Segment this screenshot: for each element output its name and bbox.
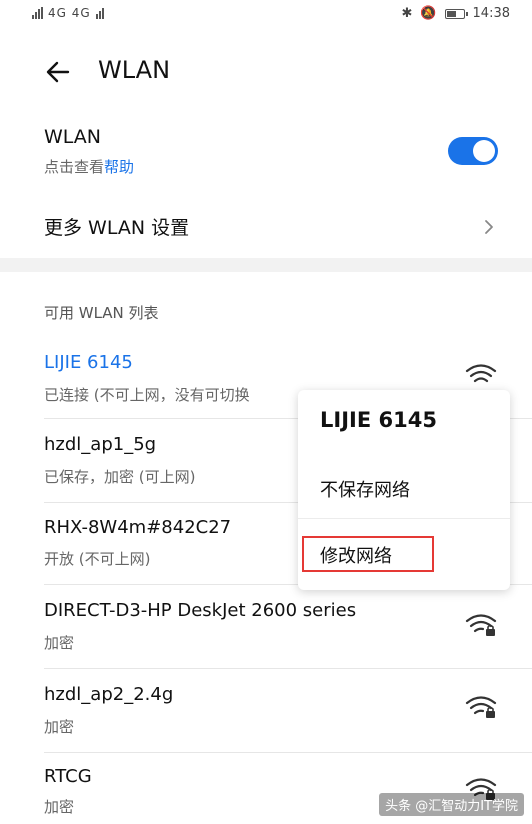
section-divider	[0, 258, 532, 272]
signal-icon	[32, 7, 43, 19]
network-status-direct-hp: 加密	[44, 634, 75, 652]
forget-network-option[interactable]: 不保存网络	[320, 476, 410, 502]
wlan-label: WLAN	[44, 126, 102, 148]
wlan-help-text: 点击查看帮助	[44, 156, 134, 177]
battery-icon	[444, 8, 468, 19]
back-arrow-icon[interactable]	[44, 58, 72, 86]
status-time: 14:38	[472, 6, 510, 21]
network-name-direct-hp[interactable]: DIRECT-D3-HP DeskJet 2600 series	[44, 600, 356, 621]
toggle-knob	[473, 140, 495, 162]
chevron-right-icon	[485, 220, 493, 234]
list-divider	[44, 668, 532, 669]
wifi-locked-icon	[465, 696, 497, 718]
network-type-text: 4G 4G	[48, 6, 91, 20]
menu-title: LIJIE 6145	[320, 408, 437, 432]
network-name-rhx[interactable]: RHX-8W4m#842C27	[44, 517, 231, 538]
network-status-hzdl-ap2: 加密	[44, 718, 75, 736]
more-wlan-settings[interactable]: 更多 WLAN 设置	[44, 213, 189, 240]
status-bar-right: ✱ 🔕 14:38	[401, 6, 510, 21]
wlan-toggle[interactable]	[448, 137, 498, 165]
wlan-help-prefix: 点击查看	[44, 158, 105, 176]
page-title: WLAN	[98, 56, 171, 84]
network-name-rtcg[interactable]: RTCG	[44, 766, 92, 787]
help-link[interactable]: 帮助	[104, 158, 134, 176]
wifi-signal-icon	[465, 364, 497, 383]
network-name-lijie[interactable]: LIJIE 6145	[44, 352, 133, 373]
network-status-hzdl-ap1: 已保存，加密 (可上网)	[44, 468, 196, 486]
wifi-locked-icon	[465, 614, 497, 636]
bluetooth-icon: ✱	[401, 6, 413, 21]
network-status-lijie: 已连接 (不可上网，没有可切换	[44, 386, 250, 404]
network-status-rtcg: 加密	[44, 798, 75, 816]
watermark: 头条 @汇智动力IT学院	[379, 793, 524, 816]
network-name-hzdl-ap1[interactable]: hzdl_ap1_5g	[44, 434, 156, 455]
status-bar-left: 4G 4G	[32, 6, 104, 20]
network-status-rhx: 开放 (不可上网)	[44, 550, 151, 568]
modify-network-option[interactable]: 修改网络	[320, 542, 392, 568]
network-name-hzdl-ap2[interactable]: hzdl_ap2_2.4g	[44, 684, 173, 705]
wifi-status-icon	[95, 7, 104, 19]
network-context-menu: LIJIE 6145 不保存网络 修改网络	[298, 390, 510, 590]
mute-icon: 🔕	[420, 6, 437, 21]
list-divider	[44, 752, 532, 753]
available-networks-header: 可用 WLAN 列表	[44, 304, 159, 322]
menu-divider	[298, 518, 510, 519]
